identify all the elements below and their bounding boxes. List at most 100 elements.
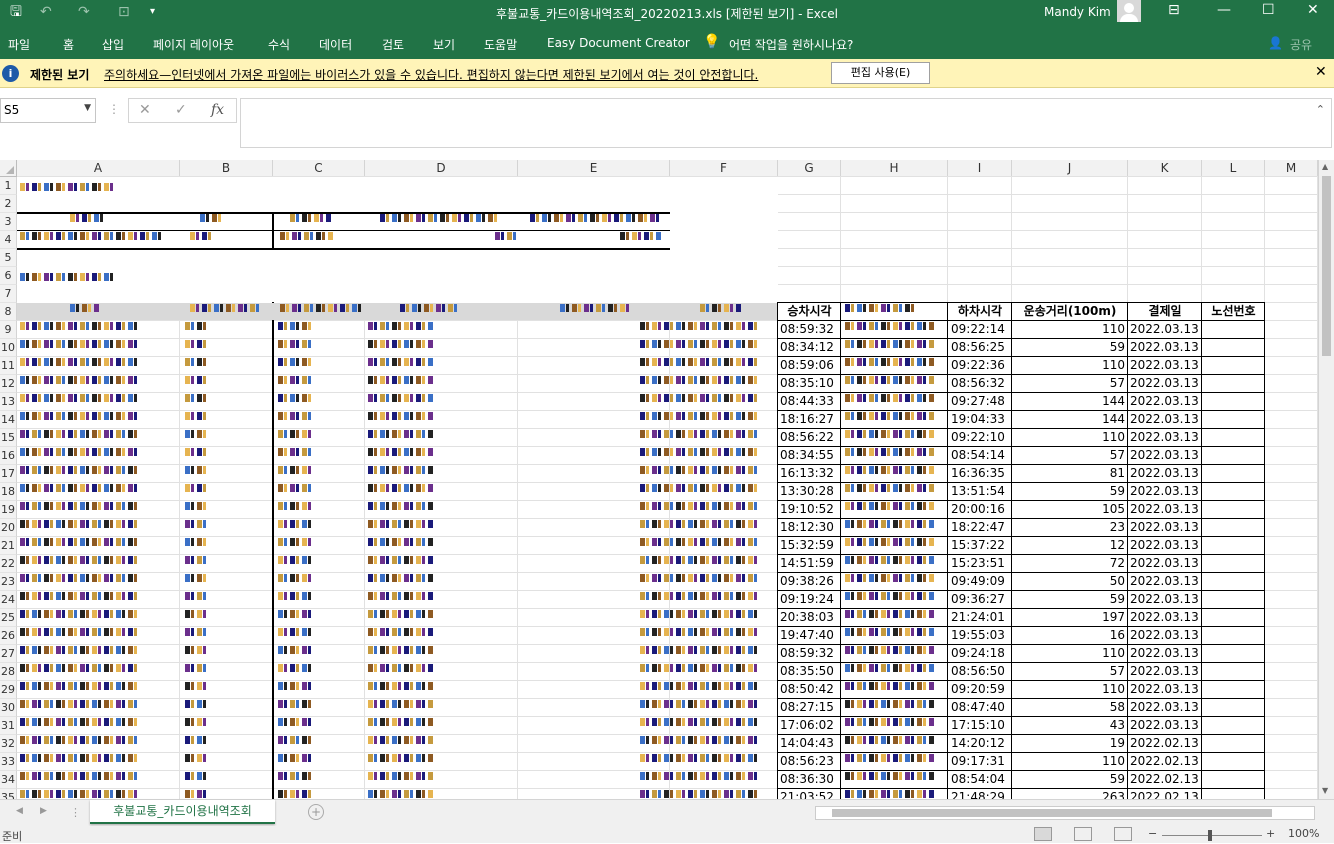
payment-date-cell[interactable]: 2022.03.13 xyxy=(1130,663,1201,680)
distance-cell[interactable]: 105 xyxy=(1012,501,1128,518)
row-header[interactable]: 5 xyxy=(0,249,17,267)
distance-cell[interactable]: 23 xyxy=(1012,519,1128,536)
distance-cell[interactable]: 50 xyxy=(1012,573,1128,590)
alighting-time-cell[interactable]: 18:22:47 xyxy=(951,519,1011,536)
alighting-time-cell[interactable]: 08:54:04 xyxy=(951,771,1011,788)
alighting-time-cell[interactable]: 14:20:12 xyxy=(951,735,1011,752)
distance-cell[interactable]: 110 xyxy=(1012,681,1128,698)
distance-cell[interactable]: 57 xyxy=(1012,663,1128,680)
alighting-time-cell[interactable]: 15:37:22 xyxy=(951,537,1011,554)
column-header[interactable]: E xyxy=(518,160,670,177)
boarding-time-cell[interactable]: 08:35:10 xyxy=(780,375,840,392)
alighting-time-cell[interactable]: 17:15:10 xyxy=(951,717,1011,734)
horizontal-scrollbar[interactable] xyxy=(815,806,1315,820)
alighting-time-cell[interactable]: 15:23:51 xyxy=(951,555,1011,572)
distance-cell[interactable]: 59 xyxy=(1012,483,1128,500)
alighting-time-cell[interactable]: 09:20:59 xyxy=(951,681,1011,698)
tab-data[interactable]: 데이터 xyxy=(319,36,352,53)
scroll-up-icon[interactable]: ▲ xyxy=(1322,162,1328,171)
zoom-in-icon[interactable]: + xyxy=(1266,827,1275,840)
payment-date-cell[interactable]: 2022.02.13 xyxy=(1130,771,1201,788)
worksheet-grid[interactable]: A B C D E F G H I J K L M 1 2 3 4 5 6 7 8 9 10 11 12 13 14 15 16 17 18… xyxy=(0,160,1318,799)
header-alighting-time[interactable]: 하차시각 xyxy=(948,303,1012,320)
prev-sheet-icon[interactable]: ◀ xyxy=(16,806,23,816)
row-header[interactable]: 31 xyxy=(0,717,17,735)
minimize-button[interactable]: — xyxy=(1217,2,1231,18)
boarding-time-cell[interactable]: 08:35:50 xyxy=(780,663,840,680)
payment-date-cell[interactable]: 2022.03.13 xyxy=(1130,717,1201,734)
boarding-time-cell[interactable]: 21:03:52 xyxy=(780,789,840,799)
boarding-time-cell[interactable]: 08:59:06 xyxy=(780,357,840,374)
scroll-down-icon[interactable]: ▼ xyxy=(1322,786,1328,795)
user-name[interactable]: Mandy Kim xyxy=(1044,5,1111,19)
boarding-time-cell[interactable]: 13:30:28 xyxy=(780,483,840,500)
tab-view[interactable]: 보기 xyxy=(433,36,455,53)
boarding-time-cell[interactable]: 08:34:12 xyxy=(780,339,840,356)
payment-date-cell[interactable]: 2022.03.13 xyxy=(1130,465,1201,482)
boarding-time-cell[interactable]: 20:38:03 xyxy=(780,609,840,626)
boarding-time-cell[interactable]: 08:36:30 xyxy=(780,771,840,788)
header-route-number[interactable]: 노선번호 xyxy=(1202,303,1265,320)
boarding-time-cell[interactable]: 08:44:33 xyxy=(780,393,840,410)
boarding-time-cell[interactable]: 08:34:55 xyxy=(780,447,840,464)
distance-cell[interactable]: 43 xyxy=(1012,717,1128,734)
alighting-time-cell[interactable]: 21:24:01 xyxy=(951,609,1011,626)
row-header[interactable]: 35 xyxy=(0,789,17,799)
alighting-time-cell[interactable]: 20:00:16 xyxy=(951,501,1011,518)
payment-date-cell[interactable]: 2022.03.13 xyxy=(1130,573,1201,590)
distance-cell[interactable]: 57 xyxy=(1012,447,1128,464)
payment-date-cell[interactable]: 2022.03.13 xyxy=(1130,339,1201,356)
boarding-time-cell[interactable]: 08:59:32 xyxy=(780,645,840,662)
payment-date-cell[interactable]: 2022.03.13 xyxy=(1130,681,1201,698)
insert-function-icon[interactable]: fx xyxy=(211,102,224,118)
payment-date-cell[interactable]: 2022.03.13 xyxy=(1130,447,1201,464)
distance-cell[interactable]: 110 xyxy=(1012,321,1128,338)
alighting-time-cell[interactable]: 08:54:14 xyxy=(951,447,1011,464)
boarding-time-cell[interactable]: 19:10:52 xyxy=(780,501,840,518)
column-header[interactable]: K xyxy=(1128,160,1202,177)
boarding-time-cell[interactable]: 15:32:59 xyxy=(780,537,840,554)
distance-cell[interactable]: 144 xyxy=(1012,393,1128,410)
alighting-time-cell[interactable]: 09:22:36 xyxy=(951,357,1011,374)
normal-view-icon[interactable] xyxy=(1034,827,1052,841)
distance-cell[interactable]: 12 xyxy=(1012,537,1128,554)
sheet-tab[interactable]: 후불교통_카드이용내역조회 xyxy=(90,800,275,824)
zoom-slider[interactable] xyxy=(1162,830,1262,841)
chevron-down-icon[interactable]: ▼ xyxy=(84,103,91,113)
scroll-thumb[interactable] xyxy=(1322,176,1331,356)
row-header[interactable]: 1 xyxy=(0,177,17,195)
chevron-up-icon[interactable]: ⌃ xyxy=(1316,103,1325,116)
row-header[interactable]: 7 xyxy=(0,285,17,303)
header-boarding-time[interactable]: 승차시각 xyxy=(778,303,841,320)
alighting-time-cell[interactable]: 09:49:09 xyxy=(951,573,1011,590)
alighting-time-cell[interactable]: 09:24:18 xyxy=(951,645,1011,662)
distance-cell[interactable]: 59 xyxy=(1012,771,1128,788)
payment-date-cell[interactable]: 2022.03.13 xyxy=(1130,375,1201,392)
formula-input[interactable]: ⌃ xyxy=(240,98,1332,148)
alighting-time-cell[interactable]: 08:47:40 xyxy=(951,699,1011,716)
column-header[interactable]: F xyxy=(670,160,778,177)
next-sheet-icon[interactable]: ▶ xyxy=(40,806,47,816)
page-layout-view-icon[interactable] xyxy=(1074,827,1092,841)
row-header[interactable]: 22 xyxy=(0,555,17,573)
payment-date-cell[interactable]: 2022.03.13 xyxy=(1130,393,1201,410)
distance-cell[interactable]: 263 xyxy=(1012,789,1128,799)
cancel-icon[interactable]: ✕ xyxy=(139,102,151,118)
payment-date-cell[interactable]: 2022.02.13 xyxy=(1130,789,1201,799)
zoom-level[interactable]: 100% xyxy=(1288,827,1319,840)
payment-date-cell[interactable]: 2022.02.13 xyxy=(1130,753,1201,770)
tab-easy-document-creator[interactable]: Easy Document Creator xyxy=(547,36,690,50)
distance-cell[interactable]: 110 xyxy=(1012,357,1128,374)
payment-date-cell[interactable]: 2022.03.13 xyxy=(1130,357,1201,374)
payment-date-cell[interactable]: 2022.03.13 xyxy=(1130,429,1201,446)
column-header[interactable]: C xyxy=(273,160,365,177)
alighting-time-cell[interactable]: 09:17:31 xyxy=(951,753,1011,770)
boarding-time-cell[interactable]: 14:04:43 xyxy=(780,735,840,752)
close-icon[interactable]: ✕ xyxy=(1315,64,1327,80)
distance-cell[interactable]: 110 xyxy=(1012,645,1128,662)
row-header[interactable]: 26 xyxy=(0,627,17,645)
payment-date-cell[interactable]: 2022.03.13 xyxy=(1130,699,1201,716)
row-header[interactable]: 20 xyxy=(0,519,17,537)
name-box[interactable]: S5 ▼ xyxy=(0,98,96,123)
row-header[interactable]: 24 xyxy=(0,591,17,609)
